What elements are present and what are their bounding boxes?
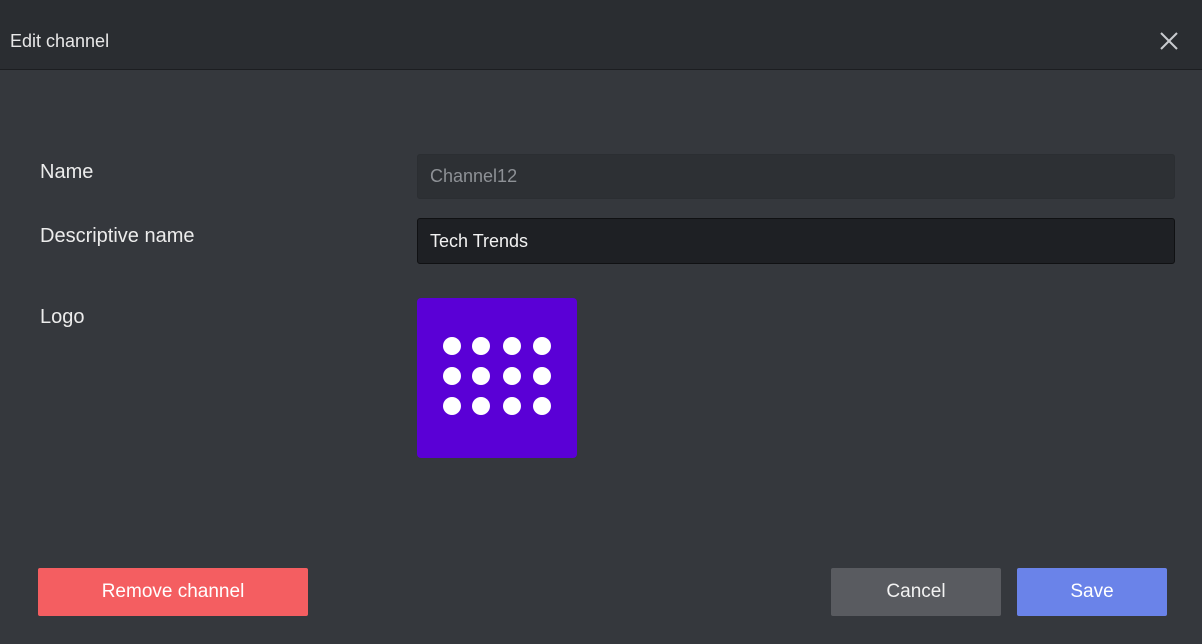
logo-label: Logo [40,306,85,328]
remove-channel-button[interactable]: Remove channel [38,568,308,616]
name-field [417,154,1175,199]
channel-logo[interactable] [417,298,577,458]
dot-grid-icon [443,337,551,415]
descriptive-name-label: Descriptive name [40,225,195,247]
dialog-title-bar: Edit channel [0,0,1202,70]
close-icon[interactable] [1158,30,1180,52]
name-label: Name [40,161,94,183]
save-button[interactable]: Save [1017,568,1167,616]
edit-channel-dialog: Edit channel Name Descriptive name Logo [0,0,1202,644]
cancel-button[interactable]: Cancel [831,568,1001,616]
descriptive-name-field[interactable] [417,218,1175,264]
dialog-title: Edit channel [10,31,110,51]
